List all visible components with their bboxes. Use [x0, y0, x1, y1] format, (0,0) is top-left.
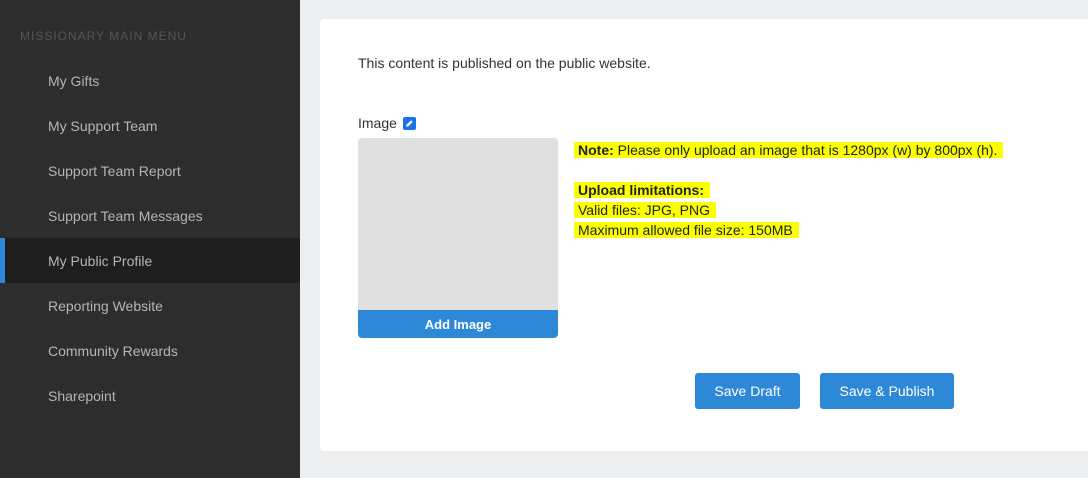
note-highlight: Note: Please only upload an image that i… — [574, 142, 1004, 158]
sidebar-item-my-public-profile[interactable]: My Public Profile — [0, 238, 300, 283]
content-card: This content is published on the public … — [320, 19, 1088, 451]
upload-notes: Note: Please only upload an image that i… — [574, 140, 1004, 240]
sidebar-item-my-support-team[interactable]: My Support Team — [0, 103, 300, 148]
note-prefix: Note: — [578, 142, 614, 158]
sidebar: MISSIONARY MAIN MENU My Gifts My Support… — [0, 0, 300, 478]
sidebar-item-community-rewards[interactable]: Community Rewards — [0, 328, 300, 373]
sidebar-item-support-team-report[interactable]: Support Team Report — [0, 148, 300, 193]
max-size-text: Maximum allowed file size: 150MB — [574, 222, 799, 238]
intro-text: This content is published on the public … — [358, 55, 651, 71]
save-publish-button[interactable]: Save & Publish — [820, 373, 954, 409]
sidebar-item-my-gifts[interactable]: My Gifts — [0, 58, 300, 103]
sidebar-item-sharepoint[interactable]: Sharepoint — [0, 373, 300, 418]
valid-files-text: Valid files: JPG, PNG — [574, 202, 717, 218]
save-draft-button[interactable]: Save Draft — [695, 373, 800, 409]
edit-pencil-icon[interactable] — [402, 116, 416, 130]
image-label: Image — [358, 115, 397, 131]
image-label-row: Image — [358, 115, 416, 131]
sidebar-item-support-team-messages[interactable]: Support Team Messages — [0, 193, 300, 238]
sidebar-nav: My Gifts My Support Team Support Team Re… — [0, 58, 300, 418]
limitations-title: Upload limitations: — [574, 182, 710, 198]
sidebar-item-reporting-website[interactable]: Reporting Website — [0, 283, 300, 328]
note-text: Please only upload an image that is 1280… — [613, 142, 998, 158]
add-image-button[interactable]: Add Image — [358, 310, 558, 338]
image-preview: Add Image — [358, 138, 558, 338]
sidebar-heading: MISSIONARY MAIN MENU — [20, 29, 187, 43]
